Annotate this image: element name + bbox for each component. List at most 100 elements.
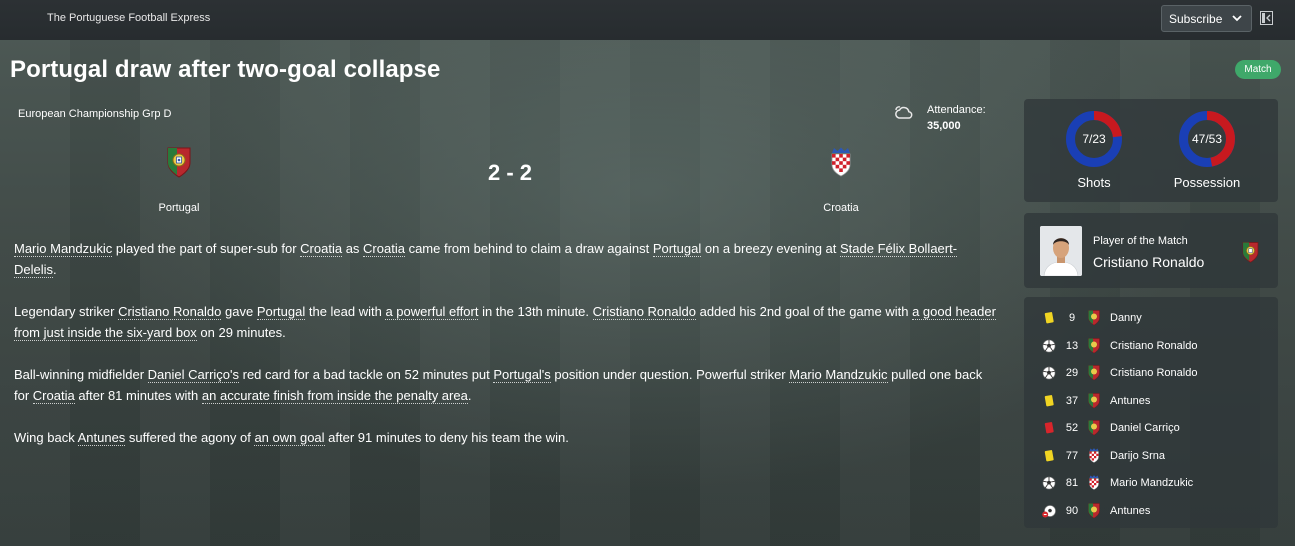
player-link[interactable]: Cristiano Ronaldo — [592, 304, 696, 320]
yellow-card-icon — [1042, 449, 1056, 463]
text-span: suffered the agony of — [125, 430, 255, 445]
player-link[interactable]: Mario Mandzukic — [789, 367, 888, 383]
shots-label: Shots — [1077, 175, 1111, 190]
portugal-crest-icon — [1087, 309, 1101, 326]
croatia-crest-icon — [1087, 447, 1101, 464]
event-minute: 77 — [1065, 449, 1079, 462]
event-row[interactable]: 29 Cristiano Ronaldo — [1024, 363, 1278, 383]
player-link[interactable]: Mario Mandzukic — [14, 241, 113, 257]
team-link[interactable]: Croatia — [300, 241, 343, 257]
event-minute: 37 — [1065, 394, 1079, 407]
event-player-name[interactable]: Darijo Srna — [1110, 450, 1165, 462]
match-badge[interactable]: Match — [1235, 60, 1281, 79]
team-link[interactable]: Portugal — [256, 304, 306, 320]
event-player-name[interactable]: Mario Mandzukic — [1110, 477, 1193, 489]
player-of-the-match-card[interactable]: Player of the Match Cristiano Ronaldo — [1024, 213, 1278, 288]
event-player-name[interactable]: Antunes — [1110, 395, 1150, 407]
possession-label: Possession — [1173, 175, 1241, 190]
event-minute: 9 — [1068, 312, 1076, 324]
article-paragraph: Mario Mandzukic played the part of super… — [14, 238, 999, 280]
cloud-icon — [895, 106, 913, 119]
event-minute: 90 — [1065, 504, 1079, 517]
own-goal-icon — [1042, 504, 1056, 518]
team-link[interactable]: Croatia — [32, 388, 75, 404]
player-photo[interactable] — [1040, 226, 1082, 276]
croatia-crest-icon[interactable] — [827, 145, 855, 179]
event-row[interactable]: 90 Antunes — [1024, 501, 1278, 521]
event-row[interactable]: 81 Mario Mandzukic — [1024, 473, 1278, 493]
text-span: Ball-winning midfielder — [14, 367, 148, 382]
attendance-label: Attendance: — [927, 104, 986, 116]
text-span: . — [467, 388, 472, 403]
shots-value: 7/23 — [1082, 132, 1106, 146]
event-player-name[interactable]: Antunes — [1110, 505, 1150, 517]
top-bar: The Portuguese Football Express Subscrib… — [0, 0, 1295, 40]
article-paragraph: Ball-winning midfielder Daniel Carriço's… — [14, 364, 999, 406]
event-minute: 13 — [1065, 339, 1079, 352]
subscribe-button[interactable]: Subscribe — [1161, 5, 1252, 32]
text-span: after 81 minutes with — [74, 388, 202, 403]
event-row[interactable]: 37 Antunes — [1024, 391, 1278, 411]
yellow-card-icon — [1042, 394, 1056, 408]
highlight-link[interactable]: a powerful effort — [385, 304, 479, 320]
goal-icon — [1042, 476, 1056, 490]
red-card-icon — [1042, 421, 1056, 435]
team-link[interactable]: Croatia — [363, 241, 405, 257]
text-span: came from behind to claim a draw against — [404, 241, 653, 256]
article-paragraph: Wing back Antunes suffered the agony of … — [14, 427, 999, 448]
text-span: in the 13th minute. — [478, 304, 593, 319]
event-player-name[interactable]: Cristiano Ronaldo — [1110, 367, 1197, 379]
portugal-crest-icon[interactable] — [165, 145, 193, 179]
text-span: on a breezy evening at — [701, 241, 840, 256]
text-span: after 91 minutes to deny his team the wi… — [324, 430, 569, 445]
player-link[interactable]: Daniel Carriço's — [147, 367, 240, 383]
newspaper-name: The Portuguese Football Express — [47, 12, 211, 24]
text-span: Legendary striker — [14, 304, 119, 319]
event-row[interactable]: 9 Danny — [1024, 308, 1278, 328]
text-span: Wing back — [14, 430, 78, 445]
event-row[interactable]: 77 Darijo Srna — [1024, 446, 1278, 466]
text-span: added his 2nd goal of the game with — [695, 304, 913, 319]
text-span: as — [342, 241, 364, 256]
event-minute: 81 — [1065, 477, 1079, 489]
text-span: on 29 minutes. — [196, 325, 286, 340]
portugal-crest-icon — [1087, 337, 1101, 354]
event-row[interactable]: 13 Cristiano Ronaldo — [1024, 336, 1278, 356]
collapse-panel-icon[interactable] — [1260, 11, 1273, 25]
article-body: Mario Mandzukic played the part of super… — [14, 238, 999, 469]
text-span: . — [53, 262, 57, 277]
player-link[interactable]: Cristiano Ronaldo — [118, 304, 222, 320]
goal-icon — [1042, 366, 1056, 380]
chevron-down-icon — [1232, 15, 1242, 22]
attendance-value: 35,000 — [927, 120, 961, 132]
match-score[interactable]: 2 - 2 — [460, 160, 560, 186]
yellow-card-icon — [1042, 311, 1056, 325]
potm-label: Player of the Match — [1093, 235, 1188, 247]
text-span: played the part of super-sub for — [112, 241, 301, 256]
potm-player-name[interactable]: Cristiano Ronaldo — [1093, 254, 1204, 270]
headline: Portugal draw after two-goal collapse — [10, 56, 441, 83]
portugal-crest-icon — [1087, 364, 1101, 381]
portugal-crest-icon — [1087, 502, 1101, 519]
portugal-crest-icon — [1087, 419, 1101, 436]
event-minute: 52 — [1065, 422, 1079, 434]
away-team-name[interactable]: Croatia — [781, 202, 901, 214]
team-link[interactable]: Portugal — [652, 241, 702, 257]
event-player-name[interactable]: Danny — [1110, 312, 1142, 324]
text-span: gave — [221, 304, 257, 319]
home-team-name[interactable]: Portugal — [119, 202, 239, 214]
event-row[interactable]: 52 Daniel Carriço — [1024, 418, 1278, 438]
event-minute: 29 — [1065, 367, 1079, 379]
article-paragraph: Legendary striker Cristiano Ronaldo gave… — [14, 301, 999, 343]
team-link[interactable]: Portugal's — [493, 367, 551, 383]
player-avatar-icon — [1040, 226, 1082, 276]
highlight-link[interactable]: an own goal — [254, 430, 325, 446]
event-player-name[interactable]: Daniel Carriço — [1110, 422, 1180, 434]
possession-value: 47/53 — [1191, 132, 1223, 146]
competition-name[interactable]: European Championship Grp D — [18, 108, 171, 120]
goal-icon — [1042, 339, 1056, 353]
player-link[interactable]: Antunes — [77, 430, 126, 446]
event-player-name[interactable]: Cristiano Ronaldo — [1110, 340, 1197, 352]
highlight-link[interactable]: an accurate finish from inside the penal… — [201, 388, 468, 404]
portugal-crest-icon — [1087, 392, 1101, 409]
